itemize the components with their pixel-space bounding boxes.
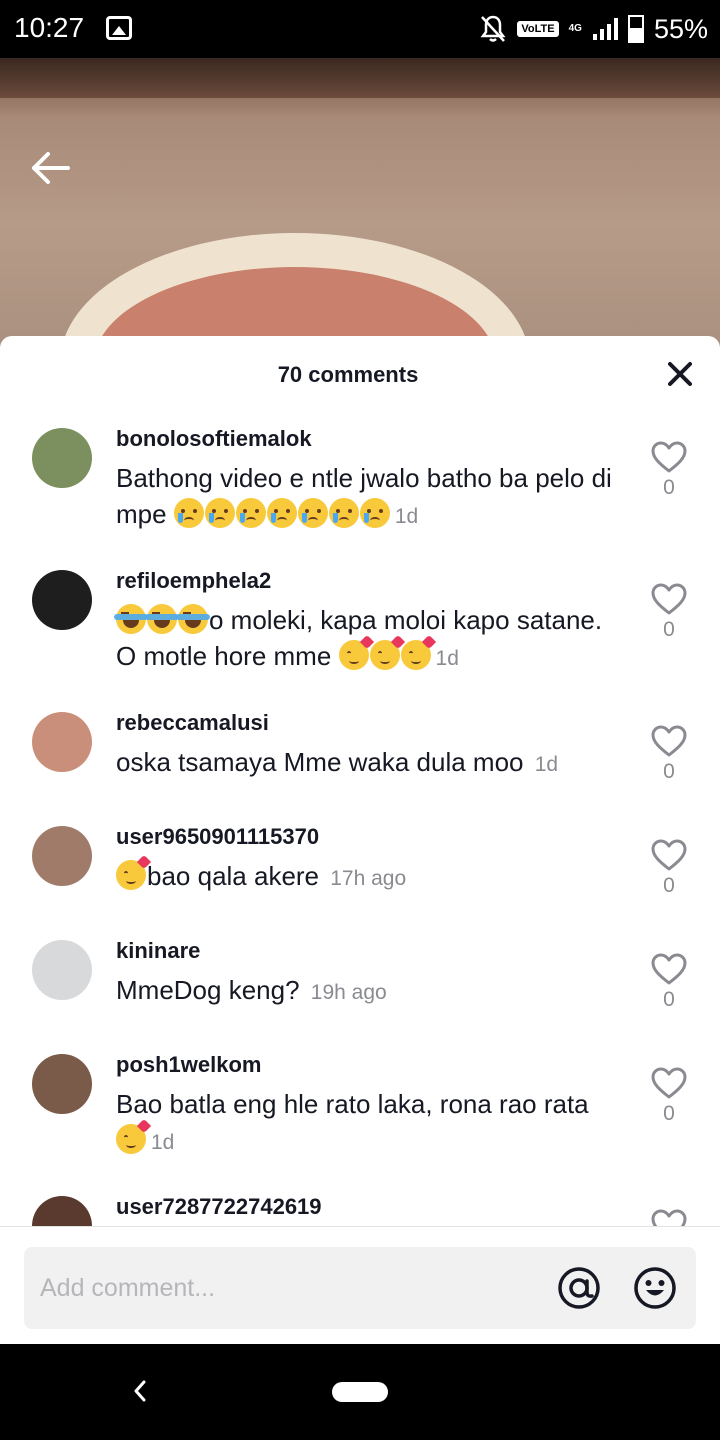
arrow-left-icon[interactable] [28,146,72,190]
like-button[interactable]: 0 [650,1066,688,1126]
avatar[interactable] [32,826,92,886]
avatar[interactable] [32,940,92,1000]
cry-emoji-icon [297,498,328,528]
battery-percent: 55% [653,13,708,44]
cry-emoji-icon [266,498,297,528]
comment-timestamp: 17h ago [330,867,407,890]
like-button[interactable]: 0 [650,838,688,898]
like-button[interactable]: 0 [650,440,688,500]
laugh-emoji-icon [114,604,148,634]
emoji-face-icon[interactable] [632,1265,678,1311]
like-count: 0 [663,618,675,641]
avatar[interactable] [32,1054,92,1114]
cry-emoji-icon [204,498,235,528]
comment-item[interactable]: bonolosoftiemalok Bathong video e ntle jw… [0,426,720,556]
cry-emoji-icon [235,498,266,528]
nav-back-icon[interactable] [128,1376,152,1406]
comment-timestamp: 1d [435,647,459,670]
laugh-emoji-icon [176,604,210,634]
comment-item[interactable]: refiloemphela2 o moleki, kapa moloi kapo … [0,568,720,698]
love-emoji-icon [338,634,374,670]
like-button[interactable]: 0 [650,724,688,784]
heart-outline-icon[interactable] [650,724,688,758]
comment-timestamp: 1d [394,505,419,528]
heart-outline-icon[interactable] [650,952,688,986]
comment-username[interactable]: refiloemphela2 [116,568,271,594]
comment-username[interactable]: kininare [116,938,200,964]
like-count: 0 [663,476,675,499]
comment-input[interactable]: Add comment... [24,1247,696,1329]
comment-text: Bathong video e ntle jwalo batho ba pelo… [116,463,612,529]
comment-text: Bao batla eng hle rato laka, rona rao ra… [116,1089,589,1154]
at-sign-icon[interactable] [556,1265,602,1311]
comment-item[interactable]: posh1welkom Bao batla eng hle rato laka, … [0,1052,720,1182]
love-emoji-icon [116,854,152,890]
cry-emoji-icon [359,498,390,528]
heart-outline-icon[interactable] [650,582,688,616]
comment-item[interactable]: rebeccamalusi oska tsamaya Mme waka dula … [0,710,720,840]
comment-username[interactable]: user9650901115370 [116,824,319,850]
comments-count-title: 70 comments [277,362,419,387]
laugh-emoji-icon [145,604,179,634]
comment-item[interactable]: user7287722742619 [0,1194,720,1226]
like-count: 0 [663,988,675,1011]
love-emoji-icon [369,634,405,670]
comment-text: MmeDog keng? 19h ago [116,975,387,1005]
avatar[interactable] [32,428,92,488]
comment-username[interactable]: rebeccamalusi [116,710,269,736]
heart-outline-icon[interactable] [650,440,688,474]
comment-text: bao qala akere 17h ago [116,854,626,897]
cry-emoji-icon [173,498,204,528]
comment-item[interactable]: user9650901115370 bao qala akere 17h ago 0 [0,824,720,954]
avatar[interactable] [32,570,92,630]
battery-icon [627,15,644,43]
comment-text: o moleki, kapa moloi kapo satane. O motl… [114,604,603,671]
comments-sheet: 70 comments bonolosoftiemalok Bathong vid… [0,336,720,1344]
comment-username[interactable]: posh1welkom [116,1052,261,1078]
video-background[interactable] [0,58,720,358]
system-nav-bar [0,1344,720,1440]
like-count: 0 [663,760,675,783]
avatar[interactable] [32,712,92,772]
like-button[interactable]: 0 [650,952,688,1012]
avatar[interactable] [32,1196,92,1226]
image-notification-icon [106,16,132,40]
heart-outline-icon[interactable] [650,838,688,872]
network-type: 4G [568,23,582,34]
cry-emoji-icon [328,498,359,528]
comment-timestamp: 1d [151,1131,175,1154]
like-count: 0 [663,874,675,897]
volte-badge: VoLTE [517,21,559,37]
comment-username[interactable]: bonolosoftiemalok [116,426,312,452]
heart-outline-icon[interactable] [650,1208,688,1226]
comment-input-bar: Add comment... [0,1226,720,1344]
comment-input-placeholder: Add comment... [40,1274,216,1302]
like-button[interactable]: 0 [650,582,688,642]
status-icons: VoLTE 4G 55% [479,12,708,46]
comment-username[interactable]: user7287722742619 [116,1194,322,1220]
comments-header: 70 comments [0,336,720,416]
comment-timestamp: 19h ago [310,981,387,1004]
status-time: 10:27 [14,12,85,43]
heart-outline-icon[interactable] [650,1066,688,1100]
status-bar: 10:27 VoLTE 4G 55% [0,0,720,58]
comments-list[interactable]: bonolosoftiemalok Bathong video e ntle jw… [0,416,720,1226]
love-emoji-icon [116,1118,152,1154]
signal-icon [592,18,618,40]
video-frame-top [0,58,720,98]
comment-text: oska tsamaya Mme waka dula moo 1d [116,747,559,777]
comment-item[interactable]: kininare MmeDog keng? 19h ago 0 [0,938,720,1068]
like-button[interactable] [650,1208,688,1226]
notifications-muted-icon [480,15,506,42]
nav-home-pill[interactable] [332,1382,388,1402]
like-count: 0 [663,1102,675,1125]
comment-timestamp: 1d [534,753,559,776]
love-emoji-icon [400,634,436,670]
close-icon[interactable] [666,360,694,388]
